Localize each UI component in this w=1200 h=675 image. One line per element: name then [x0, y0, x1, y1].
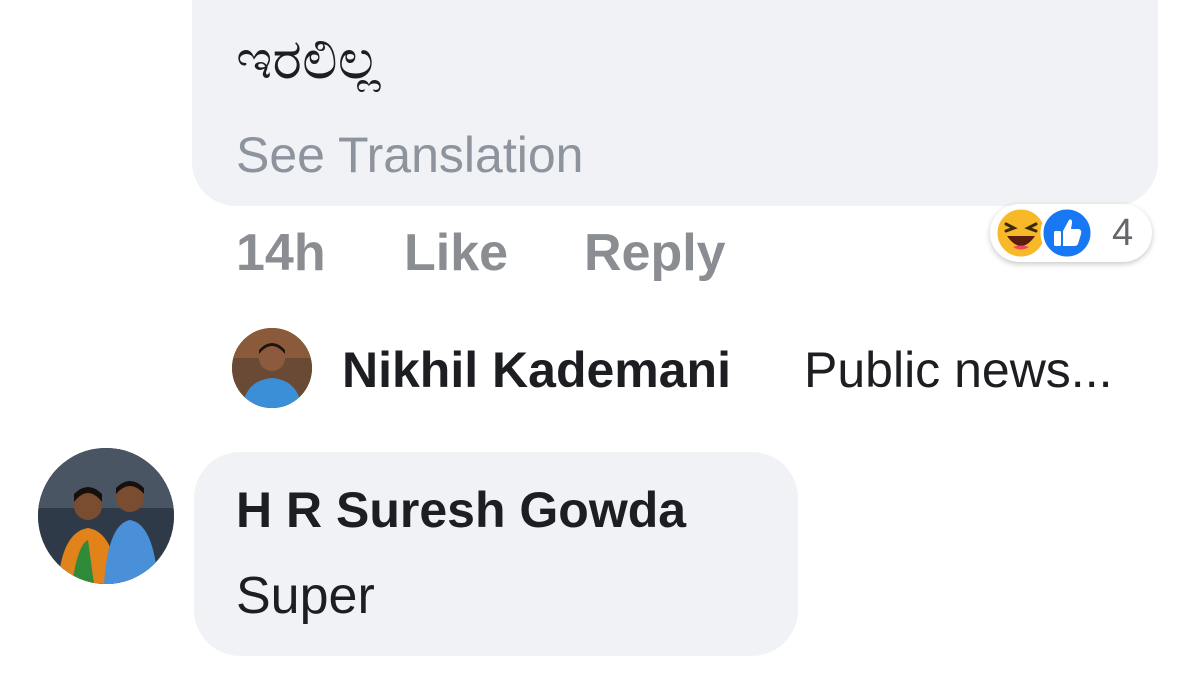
avatar[interactable]: [232, 328, 312, 408]
like-button[interactable]: Like: [404, 222, 508, 284]
comment-timestamp[interactable]: 14h: [236, 222, 326, 284]
comment-text: ಇರಲಿಲ್ಲ: [236, 27, 381, 92]
avatar-image: [38, 448, 174, 584]
see-translation-link[interactable]: See Translation: [236, 126, 583, 184]
reply-snippet: Public news...: [804, 342, 1113, 398]
avatar[interactable]: [38, 448, 174, 584]
avatar-image: [232, 328, 312, 408]
reactions-summary[interactable]: 4: [990, 204, 1152, 262]
reply-button[interactable]: Reply: [584, 222, 726, 284]
reaction-count: 4: [1112, 212, 1134, 254]
reply-author-name[interactable]: Nikhil Kademani: [342, 342, 731, 398]
like-icon: [1040, 206, 1094, 260]
comment-text: Super: [236, 567, 375, 625]
comment-author-name[interactable]: H R Suresh Gowda: [236, 482, 686, 538]
